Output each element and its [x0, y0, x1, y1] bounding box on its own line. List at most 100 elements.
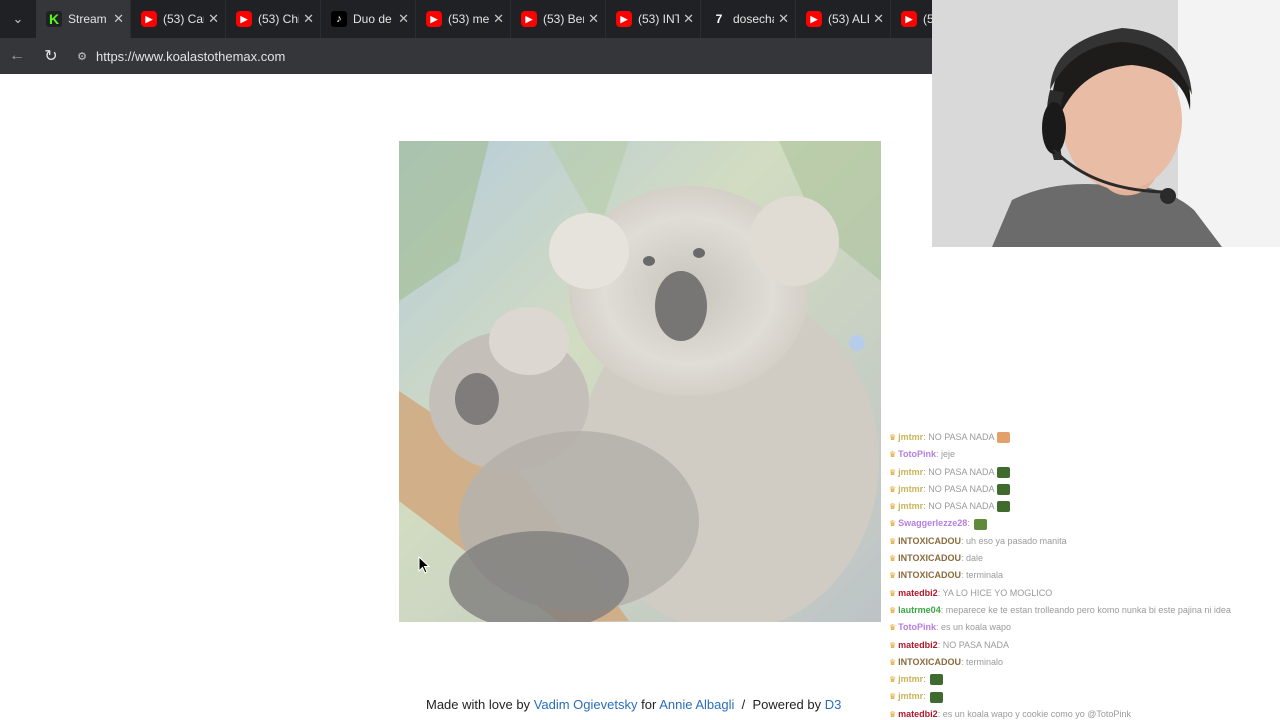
chat-username[interactable]: INTOXICADOU [898, 536, 961, 546]
chat-text: NO PASA NADA [942, 639, 1010, 650]
chat-username[interactable]: jmtmr [898, 467, 923, 477]
browser-tab[interactable]: K Stream ✕ [36, 0, 131, 38]
chat-username[interactable]: jmtmr [898, 691, 923, 701]
reload-icon[interactable]: ↻ [34, 38, 68, 74]
close-tab-icon[interactable]: ✕ [493, 11, 504, 27]
chat-message: ♛ jmtmr: [889, 688, 1280, 705]
crown-badge-icon: ♛ [889, 623, 897, 633]
crown-badge-icon: ♛ [889, 675, 897, 685]
koala-dot-image[interactable] [399, 141, 881, 622]
chat-text: uh eso ya pasado manita [966, 535, 1067, 546]
chat-emote-icon [996, 501, 1010, 513]
tab-title: (53) INT [638, 12, 680, 26]
chat-emote-icon [930, 691, 944, 703]
site-info-icon[interactable]: ⚙ [72, 38, 92, 74]
chat-message: ♛ INTOXICADOU: terminala [889, 570, 1004, 581]
chat-text: es un koala wapo y cookie como yo @TotoP… [942, 708, 1131, 719]
7tv-icon: 7 [711, 11, 727, 27]
chat-text: terminala [966, 570, 1004, 581]
chat-username[interactable]: jmtmr [898, 501, 923, 511]
close-tab-icon[interactable]: ✕ [303, 11, 314, 27]
crown-badge-icon: ♛ [889, 709, 897, 719]
chat-username[interactable]: jmtmr [898, 432, 923, 442]
browser-tab[interactable]: ▶ (53) Car ✕ [131, 0, 226, 38]
chat-message: ♛ matedbi2: NO PASA NADA [889, 639, 1010, 650]
chat-username[interactable]: lautrme04 [898, 605, 941, 615]
chat-message: ♛ jmtmr: NO PASA NADA [889, 429, 1280, 446]
chat-username[interactable]: Swaggerlezze28 [898, 518, 967, 528]
for-text: for [641, 697, 657, 712]
chat-username[interactable]: INTOXICADOU [898, 570, 961, 580]
chat-text: NO PASA NADA [928, 466, 995, 477]
chat-username[interactable]: TotoPink [898, 449, 936, 459]
youtube-icon: ▶ [236, 11, 252, 27]
close-tab-icon[interactable]: ✕ [778, 11, 789, 27]
kick-icon: K [46, 11, 62, 27]
close-tab-icon[interactable]: ✕ [588, 11, 599, 27]
chat-username[interactable]: jmtmr [898, 674, 923, 684]
close-tab-icon[interactable]: ✕ [208, 11, 219, 27]
browser-tab[interactable]: ▶ (53) Ben ✕ [511, 0, 606, 38]
tabs-container: K Stream ✕ ▶ (53) Car ✕ ▶ (53) Chi ✕ ♪ Duo de l ✕ ▶(… [36, 0, 986, 38]
chat-emote-icon [996, 466, 1010, 478]
chat-username[interactable]: matedbi2 [898, 640, 938, 650]
tab-search-chevron-icon[interactable]: ⌄ [0, 0, 36, 38]
crown-badge-icon: ♛ [889, 536, 897, 546]
chat-username[interactable]: jmtmr [898, 484, 923, 494]
browser-tab[interactable]: ▶ (53) INT ✕ [606, 0, 701, 38]
chat-message: ♛ matedbi2: YA LO HICE YO MOGLICO [889, 587, 1053, 598]
browser-tab[interactable]: ▶ (53) Chi ✕ [226, 0, 321, 38]
youtube-icon: ▶ [426, 11, 442, 27]
chat-message: ♛ jmtmr: NO PASA NADA [889, 481, 1280, 498]
chat-message: ♛ Swaggerlezze28: [889, 515, 1280, 532]
crown-badge-icon: ♛ [889, 657, 897, 667]
youtube-icon: ▶ [806, 11, 822, 27]
back-arrow-icon[interactable]: ← [0, 38, 34, 74]
chat-username[interactable]: INTOXICADOU [898, 657, 961, 667]
chat-username[interactable]: matedbi2 [898, 588, 938, 598]
browser-tab[interactable]: ▶ (53) ALE ✕ [796, 0, 891, 38]
chat-message: ♛ INTOXICADOU: terminalo [889, 656, 1004, 667]
recipient-link[interactable]: Annie Albagli [659, 697, 734, 712]
d3-link[interactable]: D3 [825, 697, 842, 712]
youtube-icon: ▶ [901, 11, 917, 27]
youtube-icon: ▶ [521, 11, 537, 27]
crown-badge-icon: ♛ [889, 640, 897, 650]
author-link[interactable]: Vadim Ogievetsky [534, 697, 638, 712]
browser-tab[interactable]: ▶ (53) me ✕ [416, 0, 511, 38]
chat-text: NO PASA NADA [928, 501, 995, 512]
crown-badge-icon: ♛ [889, 605, 897, 615]
chat-message: ♛ jmtmr: [889, 671, 1280, 688]
chat-message: ♛ TotoPink: jeje [889, 449, 956, 460]
chat-text: dale [966, 553, 984, 564]
tab-title: (53) ALE [828, 12, 869, 26]
mouse-cursor-icon [418, 556, 430, 574]
separator: / [741, 697, 746, 712]
chat-text: meparece ke te estan trolleando pero kom… [945, 604, 1231, 615]
chat-message: ♛ matedbi2: es un koala wapo y cookie com… [889, 708, 1131, 719]
crown-badge-icon: ♛ [889, 433, 897, 442]
chat-text: YA LO HICE YO MOGLICO [942, 587, 1053, 598]
chat-text: jeje [941, 449, 956, 460]
chat-message: ♛ lautrme04: meparece ke te estan trollea… [889, 604, 1231, 615]
browser-tab[interactable]: ♪ Duo de l ✕ [321, 0, 416, 38]
chat-emote-icon [930, 674, 944, 686]
browser-tab[interactable]: 7 dosecha ✕ [701, 0, 796, 38]
tab-title: dosecha [733, 12, 775, 26]
close-tab-icon[interactable]: ✕ [683, 11, 694, 27]
tab-title: (53) Car [163, 12, 205, 26]
chat-username[interactable]: INTOXICADOU [898, 553, 961, 563]
close-tab-icon[interactable]: ✕ [873, 11, 884, 27]
url-field[interactable]: https://www.koalastothemax.com [96, 49, 285, 64]
youtube-icon: ▶ [141, 11, 157, 27]
chat-message: ♛ jmtmr: NO PASA NADA [889, 498, 1280, 515]
close-tab-icon[interactable]: ✕ [398, 11, 409, 27]
close-tab-icon[interactable]: ✕ [113, 11, 124, 27]
crown-badge-icon: ♛ [889, 502, 897, 512]
chat-username[interactable]: TotoPink [898, 622, 936, 632]
chat-emote-icon [996, 484, 1010, 496]
tab-title: Duo de l [353, 12, 395, 26]
chat-message: ♛ jmtmr: NO PASA NADA [889, 464, 1280, 481]
chat-message: ♛ INTOXICADOU: dale [889, 553, 984, 564]
chat-username[interactable]: matedbi2 [898, 709, 938, 719]
